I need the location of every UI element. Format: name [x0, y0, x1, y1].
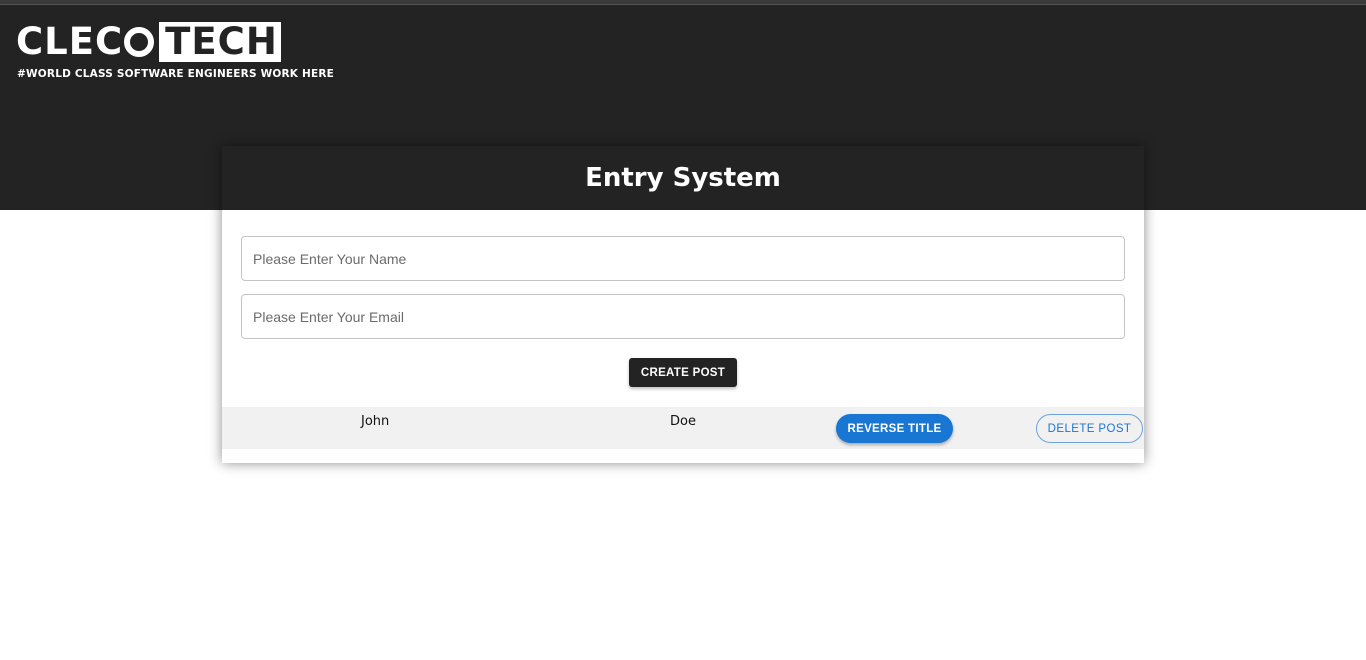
- logo-left-text: CLEC: [16, 22, 159, 62]
- logo-left-letters: CLEC: [16, 20, 124, 63]
- entry-card: Entry System CREATE POST John Doe REVERS…: [222, 146, 1144, 463]
- email-input[interactable]: [241, 294, 1125, 339]
- post-first-name: John: [361, 414, 390, 429]
- logo-right-text: TECH: [159, 22, 281, 62]
- name-input[interactable]: [241, 236, 1125, 281]
- create-post-button[interactable]: CREATE POST: [629, 358, 737, 387]
- delete-post-button[interactable]: DELETE POST: [1036, 414, 1143, 443]
- post-last-name: Doe: [670, 414, 696, 429]
- logo-wordmark: CLEC TECH: [16, 22, 281, 62]
- reverse-title-button[interactable]: REVERSE TITLE: [836, 414, 953, 443]
- page-title: Entry System: [585, 163, 781, 193]
- card-header: Entry System: [222, 146, 1144, 210]
- logo-ring-icon: [124, 27, 155, 57]
- post-row: John Doe REVERSE TITLE DELETE POST: [222, 407, 1144, 449]
- clecotech-logo[interactable]: CLEC TECH #WORLD CLASS SOFTWARE ENGINEER…: [16, 22, 334, 84]
- logo-tagline: #WORLD CLASS SOFTWARE ENGINEERS WORK HER…: [17, 68, 334, 80]
